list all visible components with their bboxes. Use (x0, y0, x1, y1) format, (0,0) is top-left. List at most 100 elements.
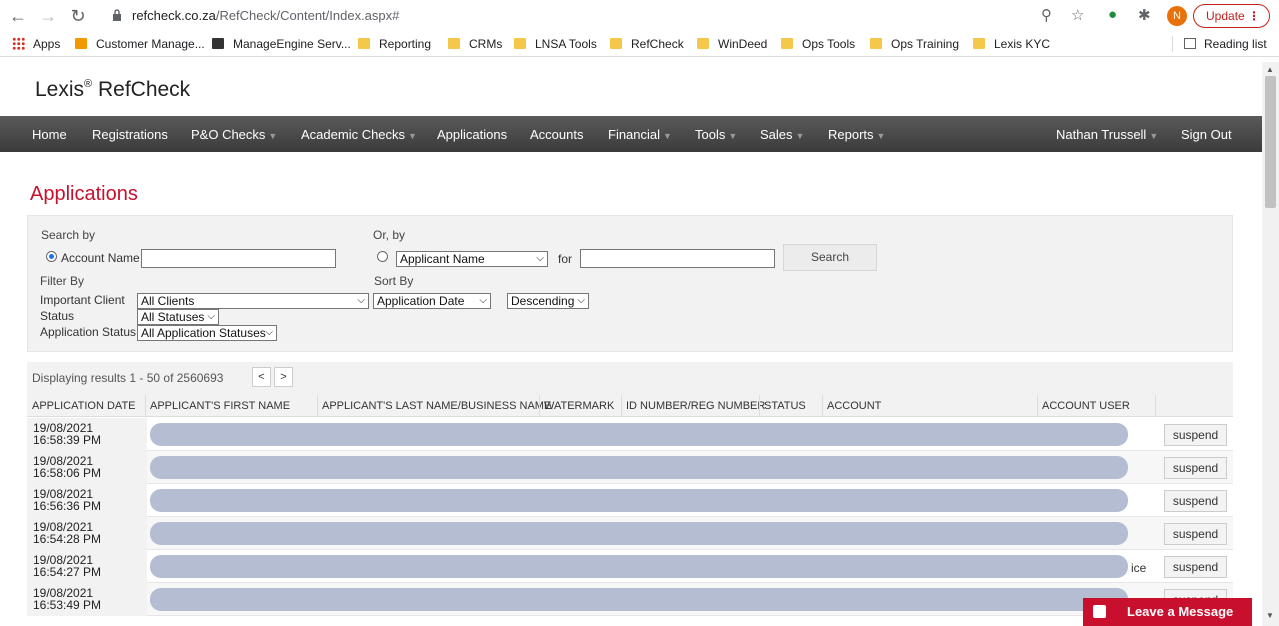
bookmark-lexis-kyc[interactable]: Lexis KYC (973, 37, 1050, 51)
application-date: 19/08/2021 16:58:39 PM (33, 421, 102, 447)
caret-down-icon: ▼ (795, 131, 805, 141)
col-account-user[interactable]: ACCOUNT USER (1042, 400, 1130, 412)
next-page-button[interactable]: > (274, 367, 293, 387)
folder-icon (781, 38, 793, 49)
nav-sales[interactable]: Sales ▼ (760, 127, 804, 142)
nav-applications[interactable]: Applications (437, 127, 507, 142)
reading-list-button[interactable]: Reading list (1184, 37, 1267, 51)
browser-toolbar: ← → ↻ refcheck.co.za/RefCheck/Content/In… (0, 0, 1279, 32)
key-icon[interactable]: ⚲ (1041, 6, 1052, 24)
redaction-bar (150, 555, 1128, 578)
bookmarks-divider (1172, 36, 1173, 52)
bookmark-lnsa-tools[interactable]: LNSA Tools (514, 37, 597, 51)
table-row[interactable]: 19/08/2021 16:56:36 PM suspend (27, 484, 1233, 517)
bookmark-ops-tools[interactable]: Ops Tools (781, 37, 855, 51)
scroll-down-icon[interactable]: ▼ (1266, 611, 1274, 620)
table-row[interactable]: 19/08/2021 16:54:28 PM suspend (27, 517, 1233, 550)
bookmark-apps[interactable]: Apps (12, 37, 60, 51)
bookmark-crms[interactable]: CRMs (448, 37, 502, 51)
nav-user-menu[interactable]: Nathan Trussell ▼ (1056, 127, 1158, 142)
col-id-number[interactable]: ID NUMBER/REG NUMBER (626, 400, 765, 412)
bookmark-manageengine[interactable]: ManageEngine Serv... (212, 37, 351, 51)
application-date: 19/08/2021 16:58:06 PM (33, 454, 102, 480)
suspend-button[interactable]: suspend (1164, 490, 1227, 512)
prev-page-button[interactable]: < (252, 367, 271, 387)
nav-accounts[interactable]: Accounts (530, 127, 583, 142)
table-row[interactable]: 19/08/2021 16:54:27 PM ice suspend (27, 550, 1233, 583)
search-button[interactable]: Search (783, 244, 877, 271)
for-input[interactable] (580, 249, 775, 268)
leave-message-widget[interactable]: Leave a Message (1083, 598, 1252, 626)
main-nav: Home Registrations P&O Checks ▼ Academic … (0, 116, 1262, 152)
col-status[interactable]: STATUS (764, 400, 806, 412)
extension-badge-icon[interactable]: ● (1108, 6, 1117, 23)
nav-registrations[interactable]: Registrations (92, 127, 168, 142)
table-row[interactable]: 19/08/2021 16:53:49 PM suspend (27, 583, 1233, 616)
caret-down-icon: ▼ (268, 131, 278, 141)
col-application-date[interactable]: APPLICATION DATE (32, 400, 136, 412)
nav-po-checks[interactable]: P&O Checks ▼ (191, 127, 277, 142)
nav-tools[interactable]: Tools ▼ (695, 127, 737, 142)
bookmark-customer-manage[interactable]: Customer Manage... (75, 37, 205, 51)
bookmark-windeed[interactable]: WinDeed (697, 37, 767, 51)
nav-reports[interactable]: Reports ▼ (828, 127, 885, 142)
status-select[interactable]: All Statuses ⌵ (137, 309, 219, 325)
update-button[interactable]: Update ⋮ (1193, 4, 1270, 28)
nav-academic-checks[interactable]: Academic Checks ▼ (301, 127, 417, 142)
results-summary-bar: Displaying results 1 - 50 of 2560693 < > (27, 362, 1233, 395)
site-logo[interactable]: Lexis® RefCheck (35, 78, 190, 102)
or-by-radio[interactable] (377, 251, 388, 262)
table-row[interactable]: 19/08/2021 16:58:06 PM suspend (27, 451, 1233, 484)
col-watermark[interactable]: WATERMARK (544, 400, 614, 412)
results-summary: Displaying results 1 - 50 of 2560693 (32, 371, 224, 385)
profile-avatar[interactable]: N (1167, 6, 1187, 26)
important-client-select[interactable]: All Clients ⌵ (137, 293, 369, 309)
reload-icon[interactable]: ↻ (68, 6, 88, 26)
account-name-radio[interactable] (46, 251, 57, 262)
nav-financial[interactable]: Financial ▼ (608, 127, 672, 142)
column-divider (317, 395, 318, 417)
puzzle-icon[interactable]: ✱ (1138, 6, 1151, 24)
scroll-up-icon[interactable]: ▲ (1266, 65, 1274, 74)
chevron-down-icon: ⌵ (265, 327, 273, 338)
redaction-bar (150, 588, 1128, 611)
suspend-button[interactable]: suspend (1164, 424, 1227, 446)
caret-down-icon: ▼ (728, 131, 738, 141)
nav-home[interactable]: Home (32, 127, 67, 142)
folder-icon (697, 38, 709, 49)
account-name-input[interactable] (141, 249, 336, 268)
chevron-down-icon: ⌵ (536, 253, 544, 264)
nav-sign-out[interactable]: Sign Out (1181, 127, 1232, 142)
bookmark-refcheck[interactable]: RefCheck (610, 37, 684, 51)
star-icon[interactable]: ☆ (1071, 6, 1084, 24)
suspend-button[interactable]: suspend (1164, 523, 1227, 545)
col-first-name[interactable]: APPLICANT'S FIRST NAME (150, 400, 290, 412)
bookmarks-bar: Apps Customer Manage... ManageEngine Ser… (0, 32, 1279, 57)
col-last-name[interactable]: APPLICANT'S LAST NAME/BUSINESS NAME (322, 400, 551, 412)
for-label: for (558, 252, 573, 266)
back-arrow-icon[interactable]: ← (8, 6, 28, 26)
application-status-select[interactable]: All Application Statuses ⌵ (137, 325, 277, 341)
sort-field-select[interactable]: Application Date ⌵ (373, 293, 491, 309)
suspend-button[interactable]: suspend (1164, 556, 1227, 578)
scroll-thumb[interactable] (1265, 76, 1276, 208)
forward-arrow-icon[interactable]: → (38, 6, 58, 26)
search-panel: Search by Account Name Or, by Applicant … (27, 215, 1233, 352)
bookmark-reporting[interactable]: Reporting (358, 37, 431, 51)
chevron-down-icon: ⌵ (357, 295, 365, 306)
bookmark-ops-training[interactable]: Ops Training (870, 37, 959, 51)
address-bar[interactable]: refcheck.co.za/RefCheck/Content/Index.as… (100, 4, 1100, 28)
redaction-bar (150, 522, 1128, 545)
leave-message-label: Leave a Message (1127, 604, 1234, 619)
or-by-select[interactable]: Applicant Name ⌵ (396, 251, 548, 267)
suspend-button[interactable]: suspend (1164, 457, 1227, 479)
page-scrollbar[interactable]: ▲ ▼ (1262, 62, 1279, 626)
folder-icon (973, 38, 985, 49)
table-row[interactable]: 19/08/2021 16:58:39 PM suspend (27, 418, 1233, 451)
account-name-label: Account Name (61, 251, 140, 265)
chevron-down-icon: ⌵ (207, 311, 215, 322)
bookmark-favicon-icon (212, 38, 224, 49)
sort-order-select[interactable]: Descending ⌵ (507, 293, 589, 309)
col-account[interactable]: ACCOUNT (827, 400, 881, 412)
menu-dots-icon: ⋮ (1248, 9, 1260, 23)
